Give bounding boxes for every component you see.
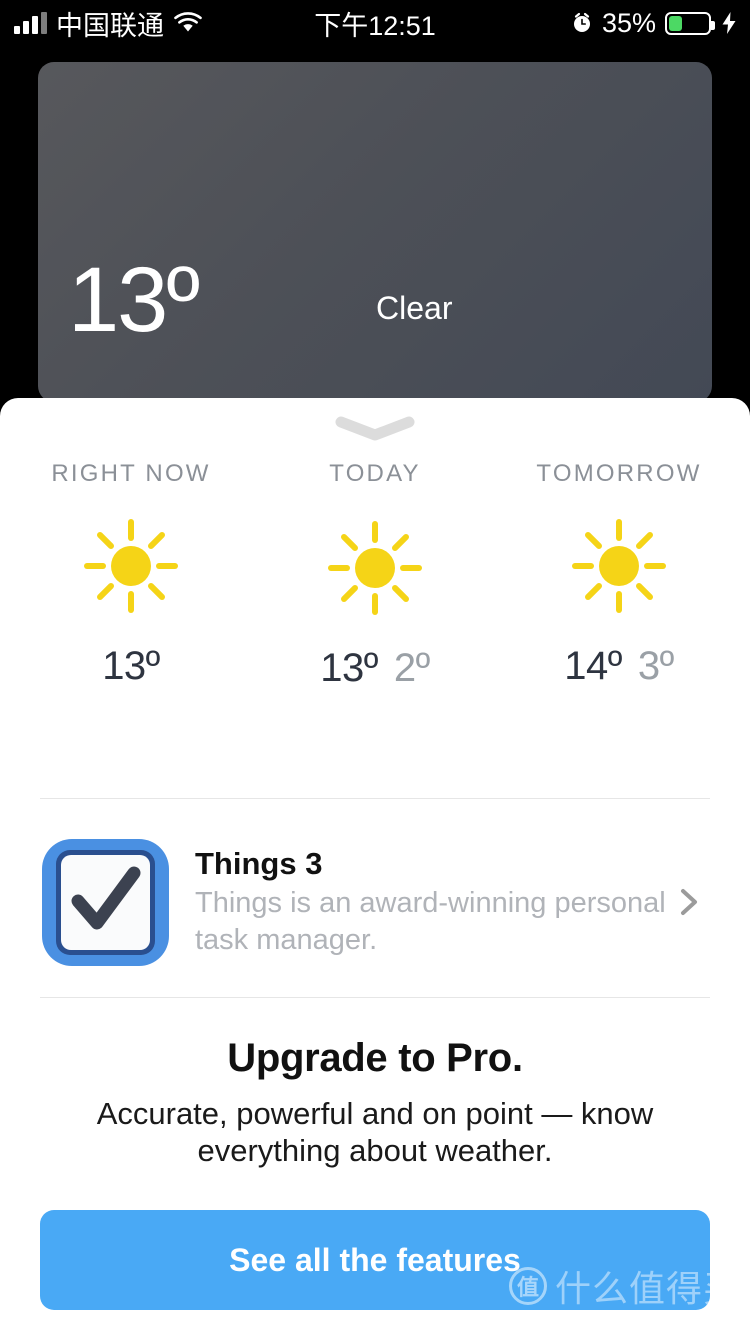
clock-label: 下午12:51 xyxy=(314,10,436,41)
forecast-temps: 13º xyxy=(102,644,160,689)
forecast-temps: 14º 3º xyxy=(564,644,674,689)
forecast-column-right-now[interactable]: RIGHT NOW 13º xyxy=(0,460,262,691)
status-bar: 中国联通 下午12:51 35% xyxy=(0,0,750,46)
app-promo-title: Things 3 xyxy=(195,845,323,881)
see-all-features-button[interactable]: See all the features xyxy=(40,1210,710,1310)
current-temperature: 13º xyxy=(68,249,200,351)
chevron-right-icon[interactable] xyxy=(674,882,704,922)
app-promo-text: Things 3 Things is an award-winning pers… xyxy=(195,845,674,960)
forecast-temps: 13º 2º xyxy=(320,646,430,691)
app-promo-row[interactable]: Things 3 Things is an award-winning pers… xyxy=(40,838,710,966)
forecast-row: RIGHT NOW 13º TODAY 13º 2º TOMORROW 14º … xyxy=(0,460,750,691)
upgrade-title: Upgrade to Pro. xyxy=(227,1036,523,1080)
phone-screen: 中国联通 下午12:51 35% 13º Clear RIGHT NOW 13º… xyxy=(0,0,750,1334)
battery-percent-label: 35% xyxy=(601,7,656,38)
chevron-down-grabber-icon[interactable] xyxy=(335,416,415,442)
forecast-high-temp: 13º xyxy=(102,644,160,688)
forecast-low-temp: 2º xyxy=(393,646,430,690)
app-promo-subtitle: Things is an award-winning personal task… xyxy=(195,887,666,957)
upgrade-section: Upgrade to Pro. Accurate, powerful and o… xyxy=(0,1036,750,1169)
current-weather-card[interactable]: 13º Clear xyxy=(38,62,712,402)
alarm-clock-icon xyxy=(571,12,593,34)
forecast-low-temp: 3º xyxy=(637,644,674,688)
forecast-high-temp: 14º xyxy=(564,644,622,688)
things-3-checkbox-icon xyxy=(40,837,171,968)
status-bar-right: 35% xyxy=(571,0,738,46)
lightning-bolt-icon xyxy=(720,11,738,35)
forecast-label: RIGHT NOW xyxy=(51,460,211,487)
forecast-column-tomorrow[interactable]: TOMORROW 14º 3º xyxy=(488,460,750,691)
battery-icon xyxy=(665,11,715,35)
forecast-column-today[interactable]: TODAY 13º 2º xyxy=(262,460,488,691)
divider-bottom xyxy=(40,997,710,998)
forecast-label: TOMORROW xyxy=(536,460,702,487)
current-condition: Clear xyxy=(376,290,453,326)
sun-icon xyxy=(569,516,669,616)
sun-icon xyxy=(81,516,181,616)
forecast-label: TODAY xyxy=(329,460,421,487)
divider-top xyxy=(40,798,710,799)
sun-icon xyxy=(325,518,425,618)
upgrade-subtitle: Accurate, powerful and on point — know e… xyxy=(96,1096,654,1169)
forecast-high-temp: 13º xyxy=(320,646,378,690)
bottom-sheet: RIGHT NOW 13º TODAY 13º 2º TOMORROW 14º … xyxy=(0,398,750,1334)
